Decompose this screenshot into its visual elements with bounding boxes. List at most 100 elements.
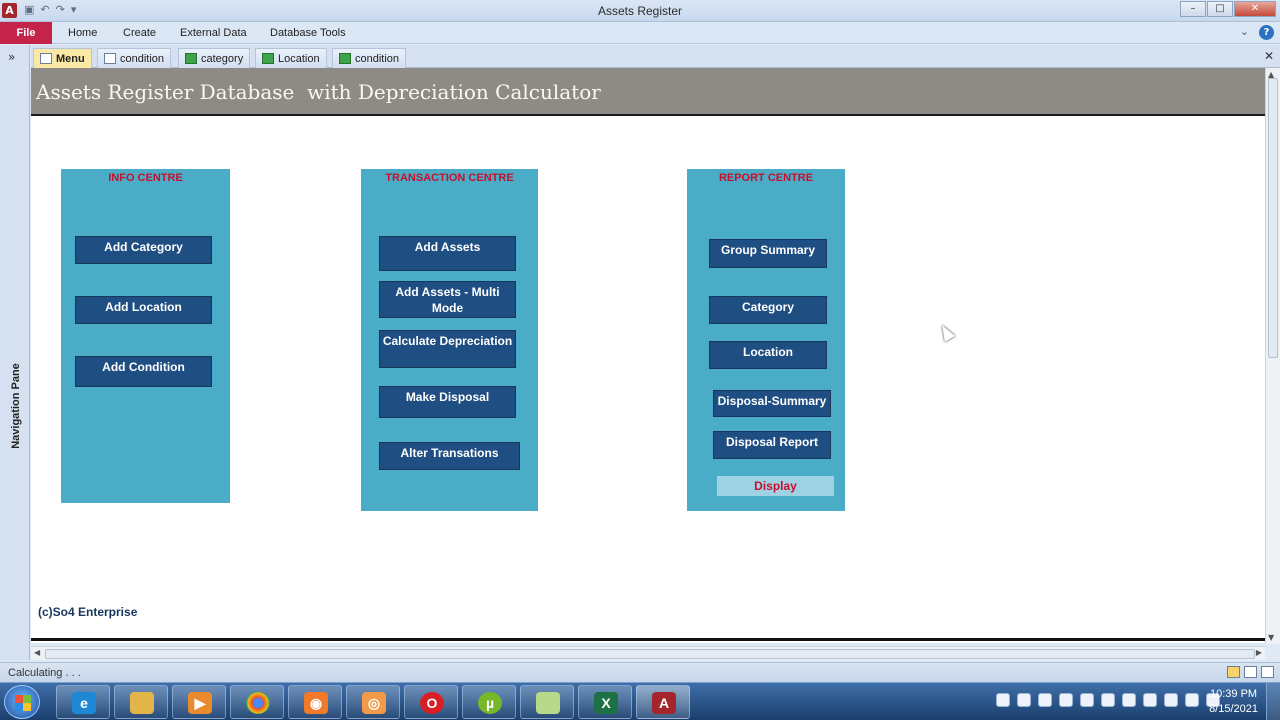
- document-tabs: Menu condition category Location conditi…: [31, 45, 1280, 68]
- tray-icon[interactable]: [1038, 693, 1052, 707]
- ribbon-tabs: File Home Create External Data Database …: [0, 22, 1280, 44]
- tab-create[interactable]: Create: [123, 27, 156, 39]
- excel-icon: X: [594, 692, 618, 714]
- tab-label: Menu: [56, 52, 85, 65]
- add-assets-multi-mode-button[interactable]: Add Assets - Multi Mode: [379, 281, 516, 318]
- tab-menu[interactable]: Menu: [33, 48, 92, 68]
- make-disposal-button[interactable]: Make Disposal: [379, 386, 516, 418]
- taskbar-notes[interactable]: [520, 685, 574, 719]
- mouse-cursor-icon: [936, 322, 956, 342]
- maximize-button[interactable]: □: [1207, 1, 1233, 17]
- expand-nav-icon[interactable]: »: [8, 50, 15, 64]
- recorder-icon: ◉: [304, 692, 328, 714]
- tab-category[interactable]: category: [178, 48, 251, 68]
- tray-icon[interactable]: [1143, 693, 1157, 707]
- disposal-summary-button[interactable]: Disposal-Summary: [713, 390, 831, 417]
- expand-ribbon-icon[interactable]: ⌄: [1240, 25, 1249, 40]
- taskbar-recorder[interactable]: ◉: [288, 685, 342, 719]
- taskbar-opera[interactable]: O: [404, 685, 458, 719]
- tray-icon[interactable]: [1122, 693, 1136, 707]
- form-icon: [104, 53, 116, 64]
- report-centre-title: REPORT CENTRE: [718, 172, 814, 184]
- taskbar-excel[interactable]: X: [578, 685, 632, 719]
- start-button[interactable]: [4, 685, 40, 719]
- form-header: Assets Register Database with Depreciati…: [31, 68, 1265, 116]
- scroll-left-icon[interactable]: ◀: [34, 648, 40, 657]
- display-button[interactable]: Display: [717, 476, 834, 496]
- tab-label: category: [201, 52, 244, 65]
- system-tray: [996, 693, 1220, 707]
- alter-transations-button[interactable]: Alter Transations: [379, 442, 520, 470]
- opera-icon: O: [420, 692, 444, 714]
- scroll-right-icon[interactable]: ▶: [1256, 648, 1262, 657]
- clock-time: 10:39 PM: [1209, 688, 1258, 700]
- calculate-depreciation-button[interactable]: Calculate Depreciation: [379, 330, 516, 368]
- close-button[interactable]: ✕: [1234, 1, 1276, 17]
- tray-icon[interactable]: [1185, 693, 1199, 707]
- add-location-button[interactable]: Add Location: [75, 296, 212, 324]
- taskbar-file-explorer[interactable]: [114, 685, 168, 719]
- tray-icon[interactable]: [1059, 693, 1073, 707]
- navigation-pane-label[interactable]: Navigation Pane: [10, 356, 22, 456]
- tab-location[interactable]: Location: [255, 48, 327, 68]
- window-controls: – □ ✕: [1179, 1, 1276, 17]
- tray-icon[interactable]: [1017, 693, 1031, 707]
- taskbar-screen-capture[interactable]: ◎: [346, 685, 400, 719]
- tray-icon[interactable]: [1164, 693, 1178, 707]
- taskbar-chrome[interactable]: [230, 685, 284, 719]
- show-desktop-button[interactable]: [1266, 683, 1280, 720]
- add-condition-button[interactable]: Add Condition: [75, 356, 212, 387]
- tab-label: condition: [120, 52, 165, 65]
- vertical-scroll-thumb[interactable]: [1268, 78, 1278, 358]
- transaction-centre-title: TRANSACTION CENTRE: [385, 172, 514, 184]
- file-tab[interactable]: File: [0, 22, 52, 44]
- chrome-icon: [246, 692, 270, 714]
- tab-database-tools[interactable]: Database Tools: [270, 27, 346, 39]
- camera-icon: ◎: [362, 692, 386, 714]
- form-view-icon[interactable]: [1227, 666, 1240, 678]
- status-text: Calculating . . .: [8, 667, 81, 679]
- report-centre-panel: REPORT CENTRE Group Summary Category Loc…: [687, 169, 845, 511]
- taskbar-clock[interactable]: 10:39 PM 8/15/2021: [1209, 687, 1258, 717]
- close-document-icon[interactable]: ✕: [1264, 49, 1274, 63]
- add-assets-button[interactable]: Add Assets: [379, 236, 516, 271]
- tab-condition-table[interactable]: condition: [332, 48, 407, 68]
- windows-taskbar: e ▶ ◉ ◎ O µ X A 10:39 PM 8/15/2021: [0, 682, 1280, 720]
- minimize-button[interactable]: –: [1180, 1, 1206, 17]
- navigation-pane[interactable]: » Navigation Pane: [0, 45, 30, 660]
- taskbar-access[interactable]: A: [636, 685, 690, 719]
- title-bar: A ▣ ↶ ↷ ▾ Assets Register – □ ✕: [0, 0, 1280, 22]
- taskbar-media-player[interactable]: ▶: [172, 685, 226, 719]
- info-centre-title: INFO CENTRE: [108, 172, 183, 184]
- layout-view-icon[interactable]: [1244, 666, 1257, 678]
- form-title: Assets Register Database with Depreciati…: [36, 80, 601, 104]
- taskbar-internet-explorer[interactable]: e: [56, 685, 110, 719]
- tray-icon[interactable]: [1080, 693, 1094, 707]
- horizontal-scrollbar[interactable]: ◀ ▶: [31, 646, 1265, 660]
- tab-home[interactable]: Home: [68, 27, 97, 39]
- taskbar-utorrent[interactable]: µ: [462, 685, 516, 719]
- info-centre-panel: INFO CENTRE Add Category Add Location Ad…: [61, 169, 230, 503]
- help-icon[interactable]: ?: [1259, 25, 1274, 40]
- category-report-button[interactable]: Category: [709, 296, 827, 324]
- horizontal-scroll-thumb[interactable]: [45, 649, 1255, 659]
- table-icon: [185, 53, 197, 64]
- tab-external-data[interactable]: External Data: [180, 27, 247, 39]
- tray-icon[interactable]: [996, 693, 1010, 707]
- tab-label: condition: [355, 52, 400, 65]
- location-report-button[interactable]: Location: [709, 341, 827, 369]
- tray-icon[interactable]: [1101, 693, 1115, 707]
- group-summary-button[interactable]: Group Summary: [709, 239, 827, 268]
- vertical-scrollbar[interactable]: ▲ ▼: [1265, 68, 1280, 644]
- design-view-icon[interactable]: [1261, 666, 1274, 678]
- disposal-report-button[interactable]: Disposal Report: [713, 431, 831, 459]
- utorrent-icon: µ: [478, 692, 502, 714]
- form-icon: [40, 53, 52, 64]
- status-bar: Calculating . . .: [0, 662, 1280, 682]
- table-icon: [262, 53, 274, 64]
- internet-explorer-icon: e: [72, 692, 96, 714]
- tab-condition-form[interactable]: condition: [97, 48, 172, 68]
- window-title: Assets Register: [597, 4, 683, 18]
- scroll-down-icon[interactable]: ▼: [1268, 633, 1274, 642]
- add-category-button[interactable]: Add Category: [75, 236, 212, 264]
